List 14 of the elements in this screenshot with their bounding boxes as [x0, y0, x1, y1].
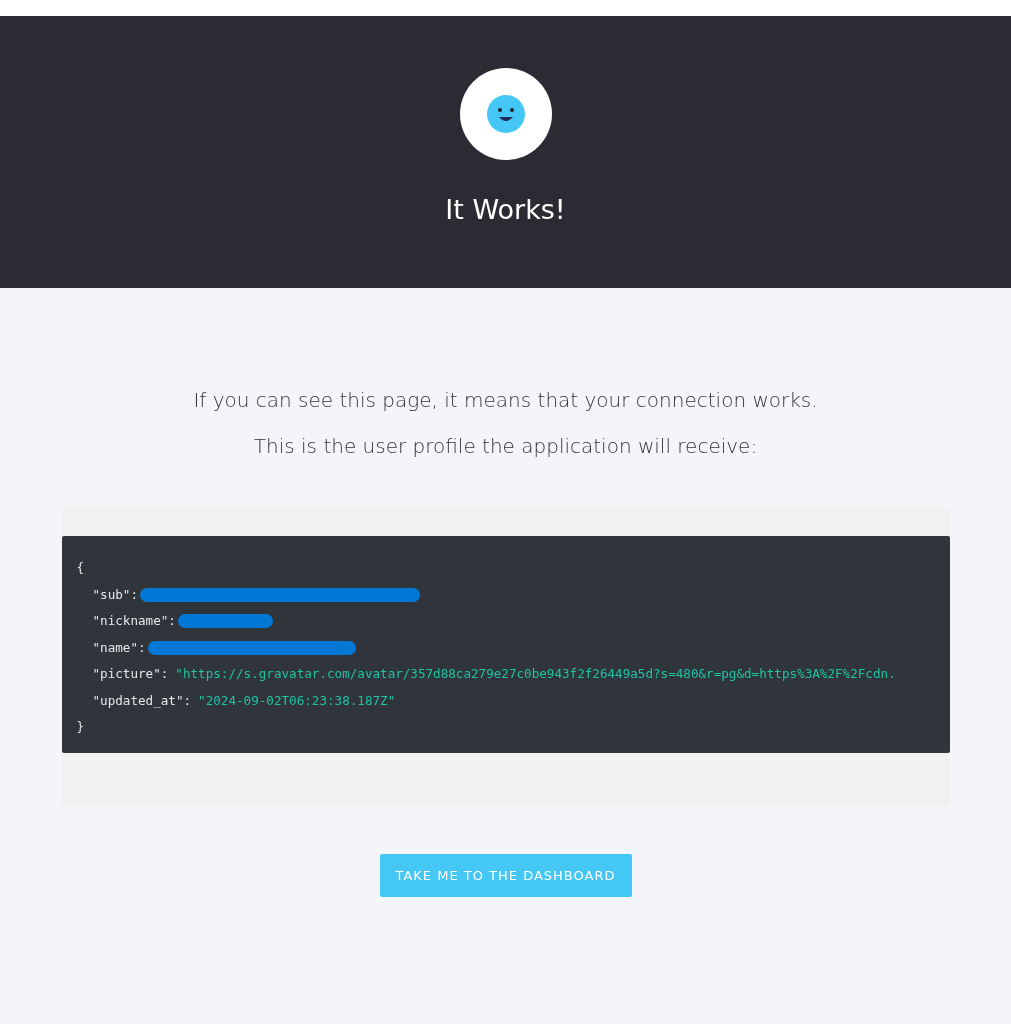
dashboard-button[interactable]: TAKE ME TO THE DASHBOARD	[379, 854, 632, 897]
brace-text: }	[76, 718, 85, 736]
json-value: "2024-09-02T06:23:38.187Z"	[198, 691, 396, 710]
intro-text: If you can see this page, it means that your connection works.	[193, 387, 818, 414]
json-key: "updated_at":	[92, 687, 192, 714]
json-key: "picture":	[92, 661, 169, 688]
page-title: It Works!	[445, 194, 566, 225]
json-value: "https://s.gravatar.com/avatar/357d88ca279e27c0be943f2f26449a5d?s=480&r=pg&d=https%3A%2F%2Fcdn.	[175, 665, 896, 683]
intro-text: This is the user profile the application will receive:	[253, 433, 758, 460]
brace-text: {	[76, 559, 85, 577]
json-key: "nickname":	[92, 608, 176, 635]
json-key: "sub":	[92, 581, 138, 608]
smiley-icon	[486, 95, 525, 133]
json-key: "name":	[92, 634, 146, 661]
